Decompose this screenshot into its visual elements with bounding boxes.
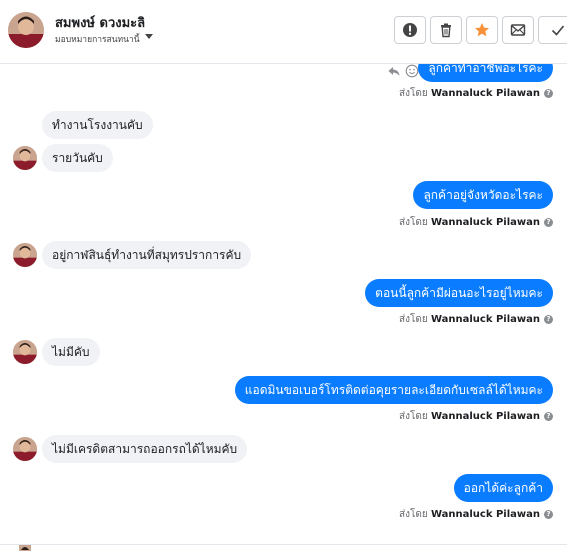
person-photo-icon: [13, 243, 37, 267]
mark-unread-button[interactable]: [502, 16, 534, 44]
sent-by-label: ส่งโดย Wannaluck Pilawan?: [399, 409, 553, 424]
reply-icon[interactable]: [387, 64, 401, 78]
sender-avatar[interactable]: [13, 146, 37, 170]
chevron-down-icon[interactable]: [145, 34, 153, 39]
contact-name[interactable]: สมพงษ์ ดวงมะลิ: [55, 12, 145, 33]
incoming-message[interactable]: ไม่มีเครดิตสามารถออกรถได้ไหมคับ: [42, 435, 248, 463]
sender-avatar[interactable]: [13, 437, 37, 461]
help-icon[interactable]: ?: [544, 315, 553, 324]
sender-avatar[interactable]: [13, 340, 37, 364]
incoming-message[interactable]: รายวันคับ: [42, 144, 113, 172]
help-icon[interactable]: ?: [544, 510, 553, 519]
outgoing-message[interactable]: ออกได้ค่ะลูกค้า: [453, 474, 553, 502]
help-icon[interactable]: ?: [544, 89, 553, 98]
check-icon: [551, 25, 565, 36]
star-button[interactable]: [466, 16, 498, 44]
mark-unread-icon: [510, 24, 526, 36]
help-icon[interactable]: ?: [544, 218, 553, 227]
trash-icon: [441, 23, 451, 38]
outgoing-message[interactable]: ลูกค้าทำอาชีพอะไรคะ: [418, 64, 553, 82]
sender-avatar[interactable]: [13, 243, 37, 267]
outgoing-message[interactable]: ลูกค้าอยู่จังหวัดอะไรคะ: [413, 181, 553, 209]
star-icon: [475, 23, 489, 37]
incoming-message[interactable]: อยู่กาฬสินธุ์ทำงานที่สมุทรปราการคับ: [42, 241, 252, 269]
mark-done-button[interactable]: [538, 16, 567, 44]
assign-conversation-dropdown[interactable]: มอบหมายการสนทนานี้: [55, 32, 140, 46]
sent-by-label: ส่งโดย Wannaluck Pilawan?: [399, 507, 553, 522]
conversation-header: สมพงษ์ ดวงมะลิ มอบหมายการสนทนานี้: [0, 0, 567, 64]
sent-by-label: ส่งโดย Wannaluck Pilawan?: [399, 86, 553, 101]
outgoing-message[interactable]: แอดมินขอเบอร์โทรติดต่อคุยรายละเอียดกับเซ…: [234, 376, 553, 404]
outgoing-message[interactable]: ตอนนี้ลูกค้ามีผ่อนอะไรอยู่ไหมคะ: [365, 279, 553, 307]
contact-avatar[interactable]: [8, 12, 44, 48]
message-thread[interactable]: ลูกค้าทำอาชีพอะไรคะ ส่งโดย Wannaluck Pil…: [0, 64, 567, 544]
delete-button[interactable]: [430, 16, 462, 44]
incoming-message[interactable]: ไม่มีคับ: [42, 338, 100, 366]
alert-icon: [403, 23, 417, 37]
incoming-message[interactable]: ทำงานโรงงานคับ: [42, 111, 153, 139]
help-icon[interactable]: ?: [544, 412, 553, 421]
emoji-reaction-icon[interactable]: [405, 64, 419, 78]
person-photo-icon: [8, 12, 44, 48]
report-button[interactable]: [394, 16, 426, 44]
sent-by-label: ส่งโดย Wannaluck Pilawan?: [399, 312, 553, 327]
person-photo-icon: [13, 340, 37, 364]
person-photo-icon: [19, 545, 31, 551]
person-photo-icon: [13, 437, 37, 461]
person-photo-icon: [13, 146, 37, 170]
sent-by-label: ส่งโดย Wannaluck Pilawan?: [399, 215, 553, 230]
